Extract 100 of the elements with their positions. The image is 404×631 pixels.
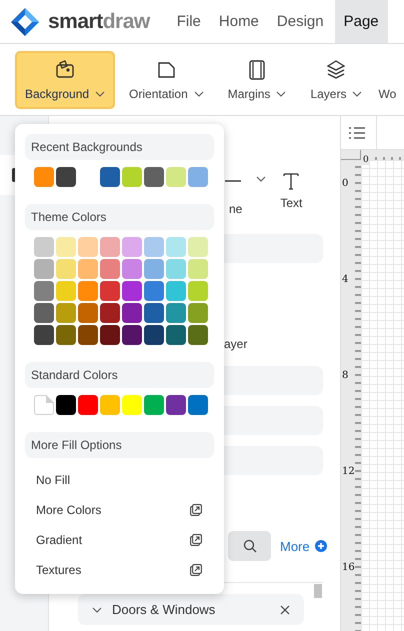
color-swatch[interactable] — [188, 281, 208, 301]
color-swatch[interactable] — [144, 303, 164, 323]
color-swatch[interactable] — [34, 325, 54, 345]
ribbon-button[interactable]: Wo — [376, 50, 398, 108]
color-swatch[interactable] — [144, 237, 164, 257]
ribbon-button[interactable]: Margins — [218, 50, 296, 108]
ruler-label: 16 — [341, 562, 355, 573]
no-fill-swatch[interactable] — [34, 395, 54, 415]
color-swatch[interactable] — [34, 259, 54, 279]
menu-tab[interactable]: Design — [268, 0, 333, 43]
color-swatch[interactable] — [144, 259, 164, 279]
close-icon[interactable] — [280, 604, 290, 614]
external-link-icon — [190, 504, 202, 516]
menu-option[interactable]: No Fill — [25, 465, 214, 495]
ruler-label: 0 — [361, 155, 369, 165]
external-link-icon — [190, 534, 202, 546]
color-swatch[interactable] — [56, 167, 76, 187]
color-swatch[interactable] — [166, 259, 186, 279]
text-icon — [282, 172, 300, 190]
layers-icon — [325, 58, 348, 80]
color-swatch[interactable] — [144, 281, 164, 301]
color-swatch[interactable] — [122, 325, 142, 345]
color-swatch[interactable] — [166, 237, 186, 257]
color-swatch[interactable] — [78, 237, 98, 257]
logo-icon — [10, 6, 40, 36]
color-swatch[interactable] — [34, 237, 54, 257]
chevron-down-icon — [352, 90, 362, 96]
color-swatch[interactable] — [144, 395, 164, 415]
color-swatch[interactable] — [100, 259, 120, 279]
color-swatch[interactable] — [78, 303, 98, 323]
color-swatch[interactable] — [100, 325, 120, 345]
ruler-label: 4 — [341, 274, 348, 285]
color-swatch[interactable] — [166, 303, 186, 323]
color-swatch[interactable] — [100, 167, 120, 187]
section-header: More Fill Options — [25, 432, 214, 458]
color-swatch[interactable] — [122, 303, 142, 323]
color-swatch[interactable] — [166, 395, 186, 415]
color-swatch[interactable] — [166, 167, 186, 187]
tool-button[interactable]: Text — [280, 172, 302, 210]
color-swatch[interactable] — [144, 325, 164, 345]
ruler-label: 12 — [341, 466, 355, 477]
color-swatch[interactable] — [78, 325, 98, 345]
list-item[interactable]: Doors & Windows — [78, 594, 304, 625]
color-swatch[interactable] — [188, 303, 208, 323]
search-icon — [242, 539, 256, 553]
color-swatch[interactable] — [188, 395, 208, 415]
ruler-label: 8 — [341, 370, 348, 381]
color-swatch[interactable] — [78, 395, 98, 415]
chevron-down-icon — [194, 90, 204, 96]
color-swatch[interactable] — [188, 237, 208, 257]
color-swatch[interactable] — [56, 303, 76, 323]
menu-tab[interactable]: File — [168, 0, 210, 43]
color-swatch[interactable] — [166, 325, 186, 345]
ribbon-button[interactable]: Layers — [300, 50, 372, 108]
more-link[interactable]: More — [280, 538, 327, 554]
color-swatch[interactable] — [56, 259, 76, 279]
menu-tab[interactable]: Page — [334, 0, 388, 43]
search-button[interactable] — [228, 531, 271, 561]
section-header: Recent Backgrounds — [25, 134, 214, 160]
color-swatch[interactable] — [34, 281, 54, 301]
color-swatch[interactable] — [56, 325, 76, 345]
section-header: Theme Colors — [25, 204, 214, 230]
layer-label: ayer — [224, 337, 248, 353]
color-swatch[interactable] — [56, 281, 76, 301]
menu-option[interactable]: Gradient — [25, 525, 214, 555]
color-swatch[interactable] — [144, 167, 164, 187]
scrollbar-thumb[interactable] — [314, 584, 322, 598]
color-swatch[interactable] — [166, 281, 186, 301]
chevron-down-icon[interactable] — [256, 176, 266, 182]
tool-button[interactable]: ne — [225, 172, 242, 216]
logo-wordmark: smartdraw — [48, 10, 150, 34]
color-swatch[interactable] — [122, 395, 142, 415]
color-swatch[interactable] — [78, 259, 98, 279]
section-header: Standard Colors — [25, 362, 214, 388]
color-swatch[interactable] — [122, 259, 142, 279]
color-swatch[interactable] — [34, 303, 54, 323]
plus-circle-icon — [314, 540, 327, 552]
menu-option[interactable]: Textures — [25, 555, 214, 585]
external-link-icon — [190, 564, 202, 576]
color-swatch[interactable] — [78, 281, 98, 301]
chevron-down-icon — [92, 606, 102, 612]
color-swatch[interactable] — [56, 237, 76, 257]
color-swatch[interactable] — [100, 281, 120, 301]
ribbon-button[interactable]: Orientation — [119, 50, 214, 108]
color-swatch[interactable] — [34, 167, 54, 187]
color-swatch[interactable] — [100, 303, 120, 323]
color-swatch[interactable] — [188, 167, 208, 187]
color-swatch[interactable] — [122, 167, 142, 187]
color-swatch[interactable] — [122, 281, 142, 301]
color-swatch[interactable] — [188, 259, 208, 279]
color-swatch[interactable] — [100, 237, 120, 257]
color-swatch[interactable] — [100, 395, 120, 415]
chevron-down-icon — [276, 90, 286, 96]
ribbon-button[interactable]: Background — [15, 50, 116, 108]
color-swatch[interactable] — [188, 325, 208, 345]
menu-tab[interactable]: Home — [210, 0, 268, 43]
chevron-down-icon — [95, 90, 106, 96]
menu-option[interactable]: More Colors — [25, 495, 214, 525]
color-swatch[interactable] — [56, 395, 76, 415]
color-swatch[interactable] — [122, 237, 142, 257]
